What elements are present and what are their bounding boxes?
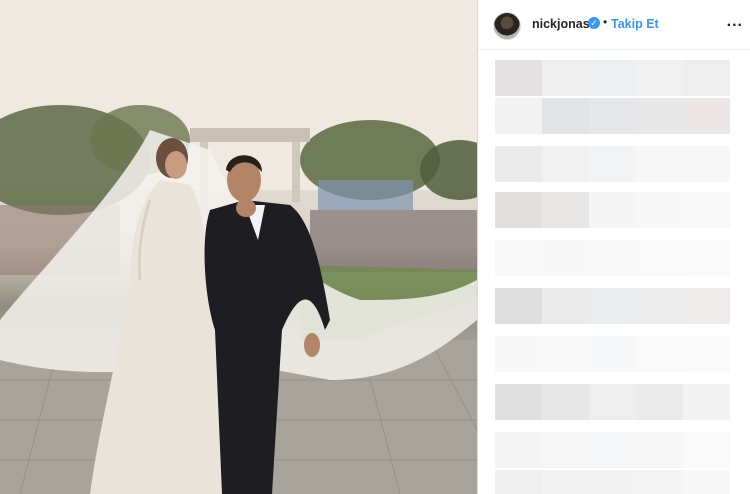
- blurred-row: [495, 470, 750, 494]
- blurred-row: [495, 146, 750, 182]
- blurred-row: [495, 432, 750, 468]
- post-header: nickjonas ✓ • Takip Et ...: [478, 0, 750, 50]
- username-link[interactable]: nickjonas: [532, 17, 590, 31]
- wedding-photo-illustration: [0, 0, 477, 494]
- blurred-row: [495, 336, 750, 372]
- post-photo[interactable]: [0, 0, 477, 494]
- blurred-row: [495, 384, 750, 420]
- blurred-row: [495, 98, 750, 134]
- post-side-panel: nickjonas ✓ • Takip Et ...: [477, 0, 750, 494]
- blurred-row: [495, 60, 750, 96]
- header-separator: •: [603, 15, 608, 29]
- verified-check-icon: ✓: [588, 17, 600, 29]
- blurred-row: [495, 288, 750, 324]
- avatar[interactable]: [493, 12, 521, 40]
- blurred-row: [495, 192, 750, 228]
- more-options-icon[interactable]: ...: [727, 13, 743, 31]
- blurred-row: [495, 240, 750, 276]
- follow-button[interactable]: Takip Et: [611, 17, 659, 31]
- blurred-comments-area: [478, 50, 750, 494]
